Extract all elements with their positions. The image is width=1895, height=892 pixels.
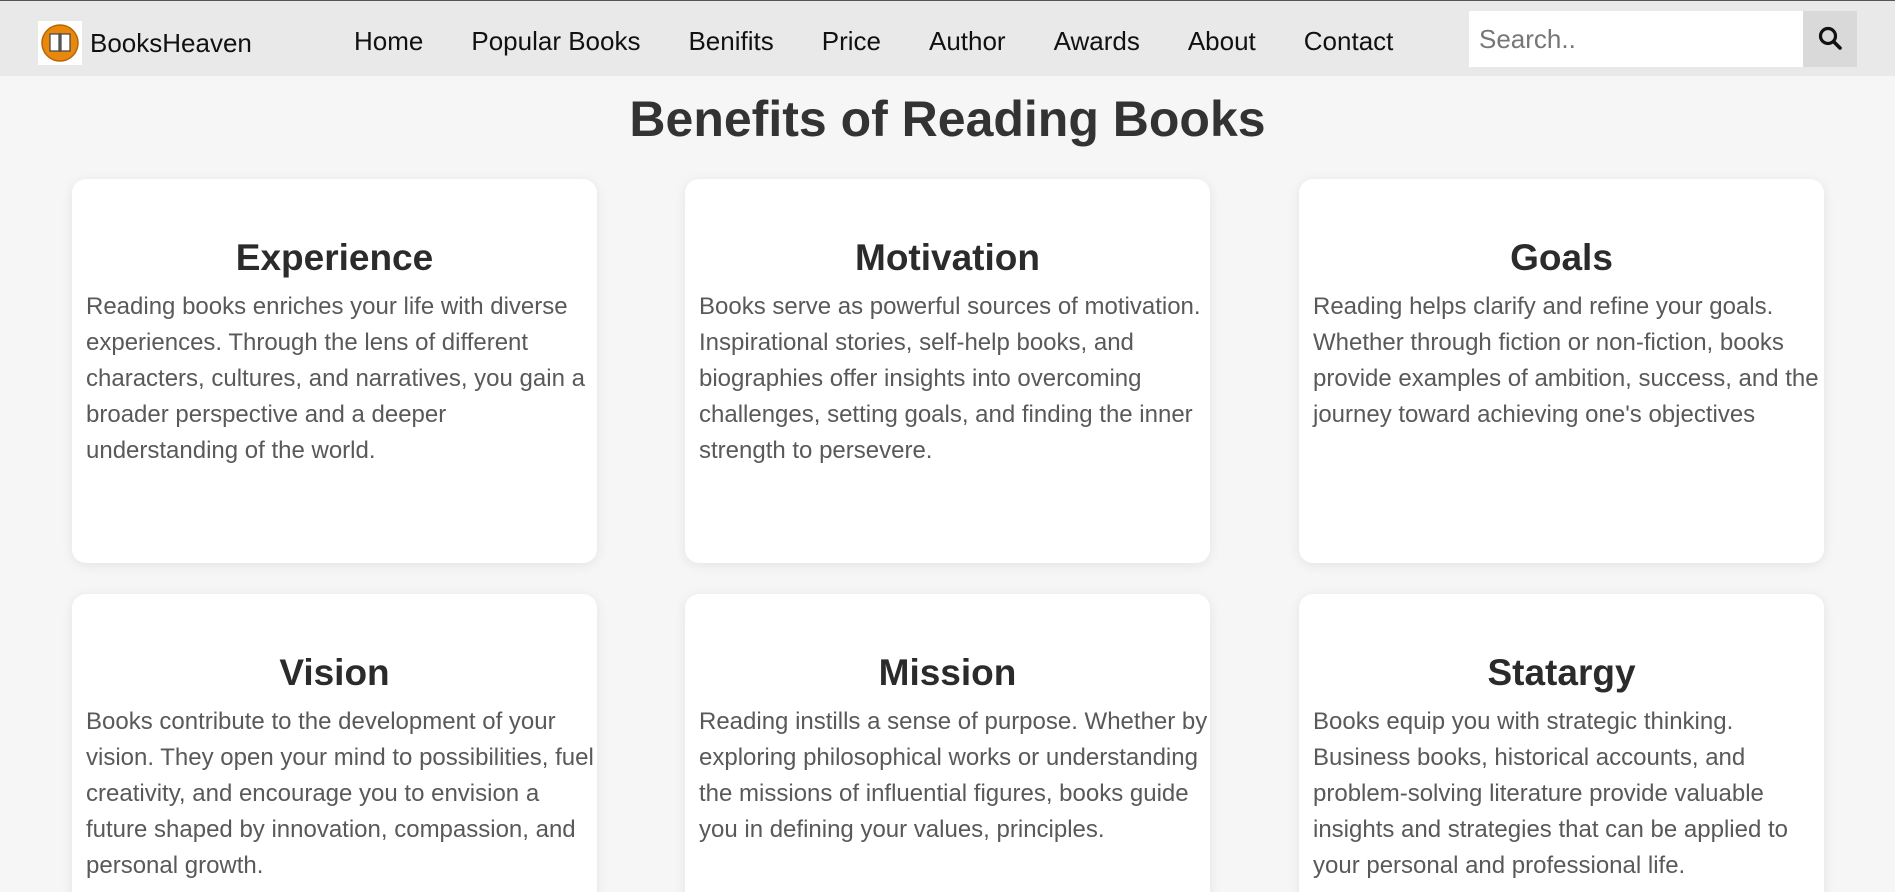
card-title: Statargy (1487, 652, 1636, 693)
card-title: Goals (1510, 237, 1613, 278)
card-text: Reading books enriches your life with di… (86, 293, 585, 464)
card-title: Experience (235, 237, 434, 278)
brand-logo-link[interactable]: BooksHeaven (38, 21, 252, 65)
card-title: Motivation (855, 237, 1040, 278)
benefit-card-experience: Experience Reading books enriches your l… (72, 179, 597, 563)
benefit-card-goals: Goals Reading helps clarify and refine y… (1299, 179, 1824, 563)
nav-link-price[interactable]: Price (822, 26, 881, 57)
nav-link-about[interactable]: About (1188, 26, 1256, 57)
card-text: Reading instills a sense of purpose. Whe… (699, 708, 1208, 843)
benefit-card-motivation: Motivation Books serve as powerful sourc… (685, 179, 1210, 563)
nav-link-awards[interactable]: Awards (1054, 26, 1140, 57)
open-book-icon (38, 21, 82, 65)
main-nav: Home Popular Books Benifits Price Author… (354, 26, 1441, 57)
section-title: Benefits of Reading Books (629, 91, 1266, 147)
card-text: Books contribute to the development of y… (86, 708, 594, 879)
card-text: Reading helps clarify and refine your go… (1313, 293, 1819, 428)
search-input[interactable] (1469, 11, 1803, 67)
brand-name: BooksHeaven (90, 27, 252, 58)
card-title: Mission (878, 652, 1017, 693)
nav-link-contact[interactable]: Contact (1304, 26, 1394, 57)
benefit-card-mission: Mission Reading instills a sense of purp… (685, 594, 1210, 892)
navbar: BooksHeaven Home Popular Books Benifits … (0, 0, 1895, 76)
search-button[interactable] (1803, 11, 1857, 67)
benefit-card-vision: Vision Books contribute to the developme… (72, 594, 597, 892)
search-icon (1817, 25, 1843, 54)
nav-link-popular-books[interactable]: Popular Books (471, 26, 640, 57)
card-text: Books equip you with strategic thinking.… (1313, 708, 1788, 879)
card-text: Books serve as powerful sources of motiv… (699, 293, 1201, 464)
benefit-card-statargy: Statargy Books equip you with strategic … (1299, 594, 1824, 892)
card-title: Vision (279, 652, 390, 693)
nav-link-author[interactable]: Author (929, 26, 1006, 57)
nav-link-home[interactable]: Home (354, 26, 423, 57)
nav-link-benifits[interactable]: Benifits (688, 26, 773, 57)
